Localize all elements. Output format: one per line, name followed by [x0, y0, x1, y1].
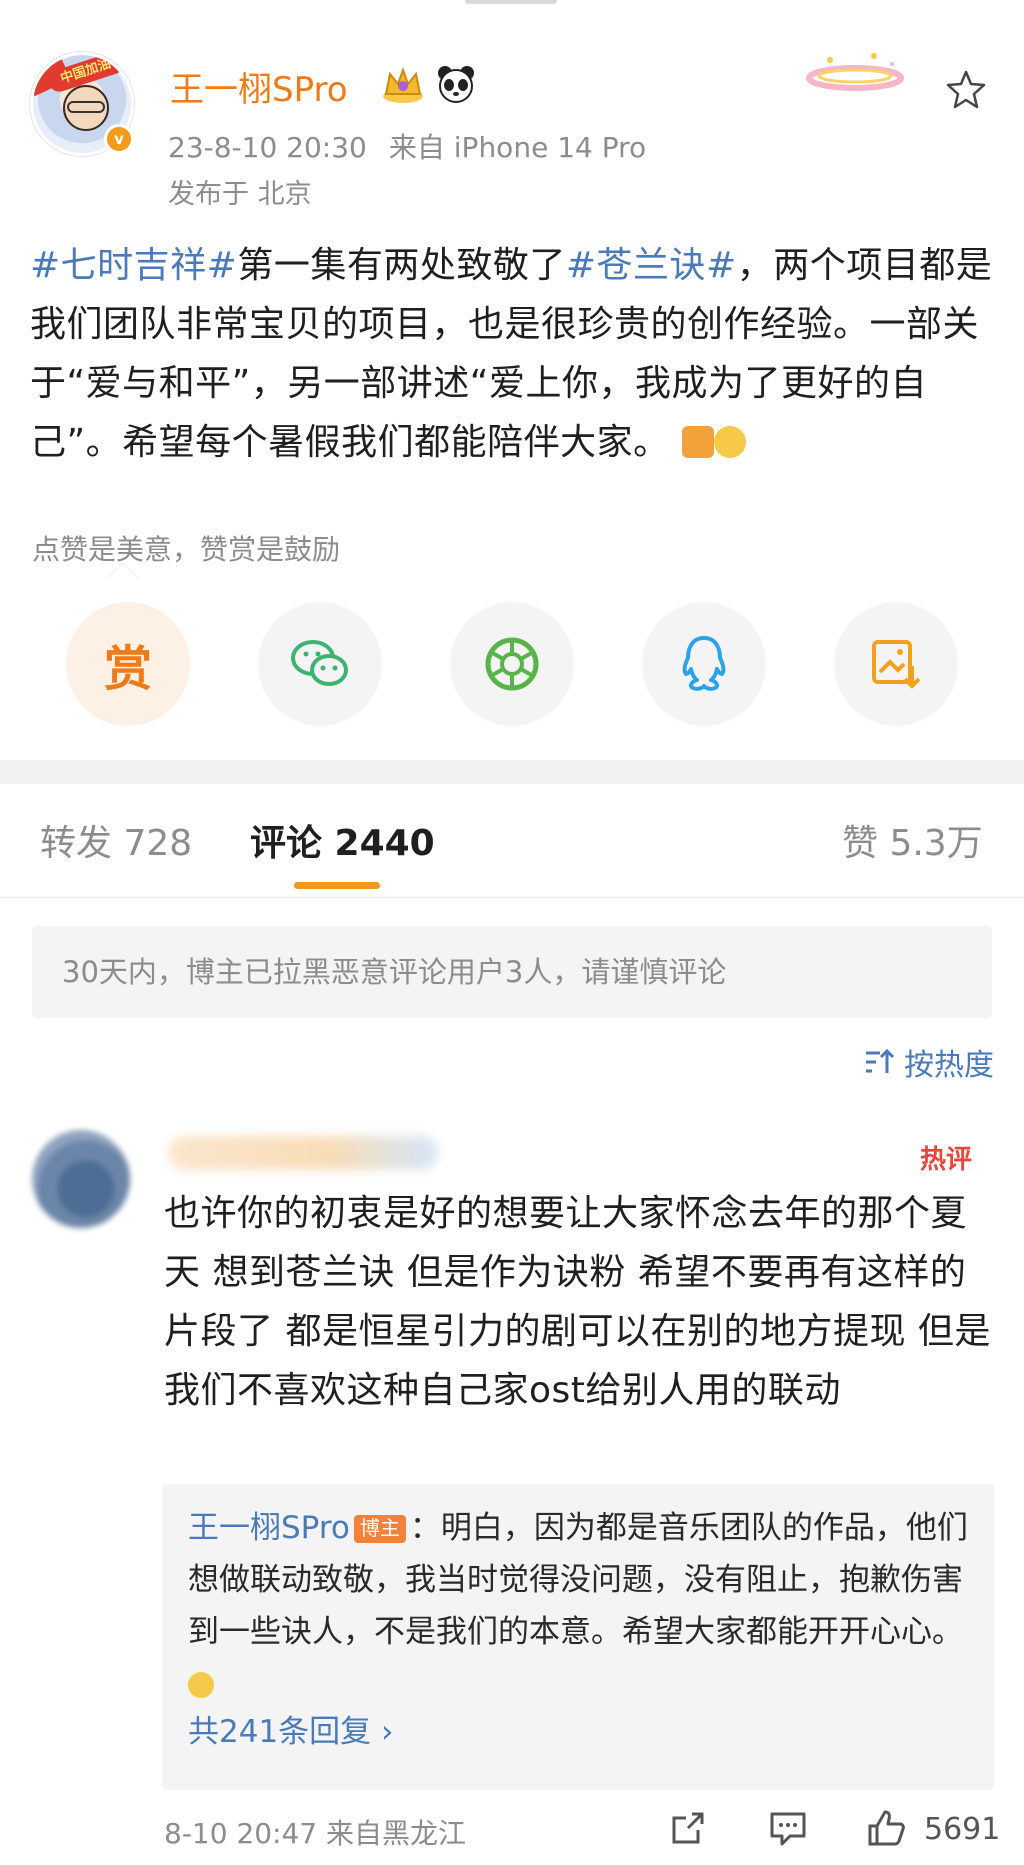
verified-badge-icon: v: [104, 124, 134, 154]
like-count: 5691: [924, 1812, 1001, 1847]
hashtag-link[interactable]: #苍兰诀#: [566, 245, 737, 286]
commenter-avatar[interactable]: [32, 1130, 130, 1228]
reward-label: 赏: [103, 641, 152, 697]
share-moments-button[interactable]: [450, 602, 574, 726]
save-image-icon: [872, 640, 921, 689]
post-body: #七时吉祥#第一集有两处致敬了#苍兰诀#，两个项目都是我们团队非常宝贝的项目，也…: [30, 236, 1000, 472]
post-location: 发布于 北京: [168, 179, 312, 210]
hot-comment-badge: 热评: [920, 1145, 972, 1175]
wechat-icon: [291, 640, 348, 686]
moments-icon: [485, 637, 539, 691]
share-qq-button[interactable]: [642, 602, 766, 726]
active-tab-indicator: [294, 882, 380, 889]
section-divider: [0, 760, 1024, 784]
sort-label: 按热度: [904, 1048, 994, 1083]
comment-time-source: 8-10 20:47 来自黑龙江: [164, 1817, 467, 1850]
share-icon[interactable]: [668, 1808, 708, 1848]
hot-label: 热评: [920, 1145, 972, 1175]
reward-button[interactable]: 赏: [66, 602, 190, 726]
view-replies-link[interactable]: 共241条回复 ›: [188, 1706, 393, 1758]
tab-likes[interactable]: 赞 5.3万: [842, 814, 983, 866]
reply-author-name[interactable]: 王一栩SPro: [188, 1510, 350, 1546]
sort-icon: [866, 1048, 895, 1073]
hug-emoji-icon: [188, 1672, 214, 1698]
commenter-name-blurred[interactable]: [168, 1136, 438, 1170]
post-time: 23-8-10 20:30: [168, 131, 367, 164]
author-name[interactable]: 王一栩SPro: [170, 62, 348, 111]
tab-repost[interactable]: 转发 728: [40, 814, 192, 866]
comment-text: 也许你的初衷是好的想要让大家怀念去年的那个夏天 想到苍兰诀 但是作为诀粉 希望不…: [164, 1193, 991, 1411]
post-source: 来自 iPhone 14 Pro: [388, 131, 647, 164]
avatar-glasses: [67, 101, 105, 113]
hashtag-link[interactable]: #七时吉祥#: [30, 245, 237, 286]
like-thumb-icon[interactable]: [866, 1808, 906, 1848]
laughing-emoji-icon: [713, 426, 746, 458]
reward-bubble-tail: [107, 563, 139, 595]
thumbs-up-emoji-icon: [681, 426, 714, 458]
panda-icon: [438, 66, 474, 103]
reward-note: 点赞是美意，赞赏是鼓励: [32, 533, 341, 566]
favorite-star-icon[interactable]: [944, 68, 988, 112]
post-meta: 23-8-10 20:30 来自 iPhone 14 Pro: [168, 126, 646, 166]
top-drag-handle[interactable]: [465, 0, 557, 4]
crown-icon: [383, 67, 423, 103]
owner-badge: 博主: [353, 1515, 406, 1543]
decoration-sticker-icon: [806, 53, 904, 91]
qq-icon: [682, 636, 726, 691]
tab-divider: [0, 897, 1024, 898]
tab-comments[interactable]: 评论 2440: [250, 814, 435, 866]
comment-notice: 30天内，博主已拉黑恶意评论用户3人，请谨慎评论: [32, 926, 992, 1018]
sort-by-hot-button[interactable]: 按热度: [862, 1040, 994, 1084]
author-reply[interactable]: 王一栩SPro 博主 ：明白，因为都是音乐团队的作品，他们想做联动致敬，我当时觉得没…: [162, 1484, 994, 1790]
post-text-segment: 第一集有两处致敬了: [237, 245, 566, 286]
comment-icon[interactable]: [768, 1808, 808, 1848]
share-wechat-button[interactable]: [258, 602, 382, 726]
save-image-button[interactable]: [834, 602, 958, 726]
